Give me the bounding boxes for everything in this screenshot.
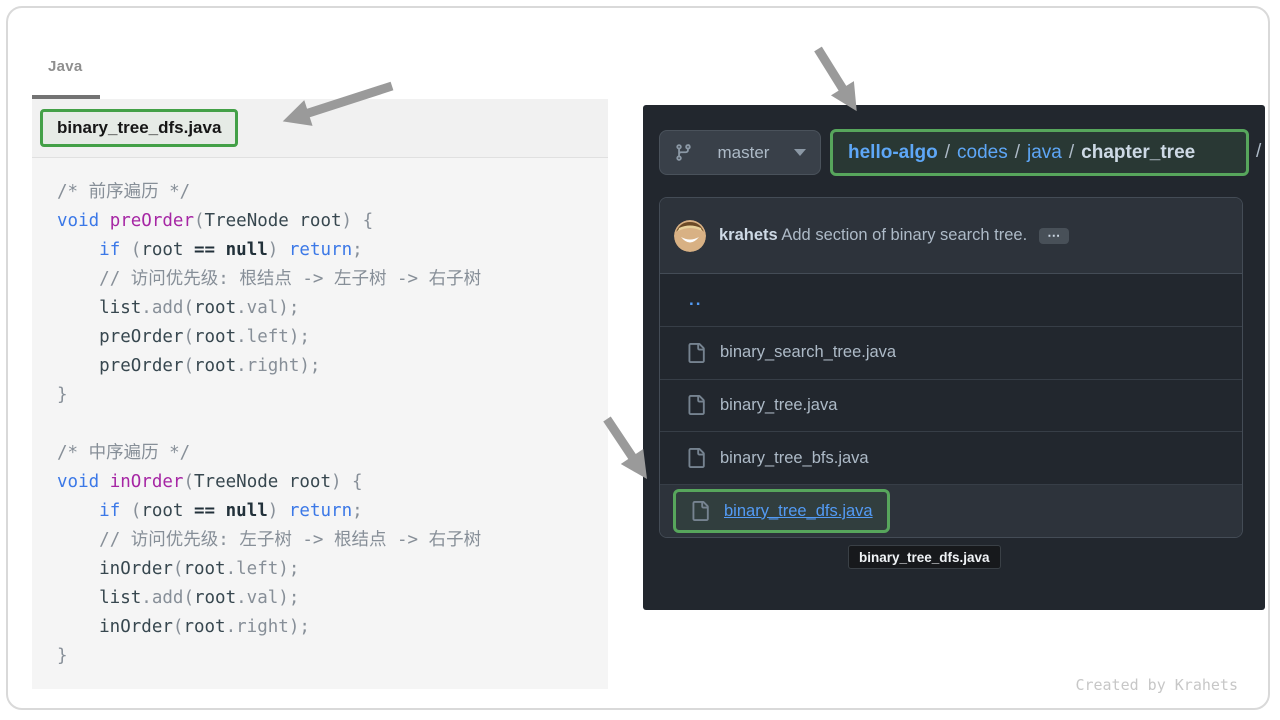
file-row[interactable]: binary_search_tree.java <box>660 326 1242 379</box>
breadcrumb-segment[interactable]: codes <box>957 142 1008 163</box>
breadcrumb-segment[interactable]: java <box>1027 142 1062 163</box>
breadcrumb-separator: / <box>1062 142 1081 163</box>
breadcrumb-segment: chapter_tree <box>1081 142 1195 163</box>
code-line: void inOrder(TreeNode root) { <box>57 468 608 497</box>
code-line <box>57 410 608 439</box>
tab-java[interactable]: Java <box>48 58 83 75</box>
figure-canvas: Java binary_tree_dfs.java /* 前序遍历 */void… <box>0 0 1280 720</box>
code-line: inOrder(root.right); <box>57 613 608 642</box>
code-line: /* 前序遍历 */ <box>57 178 608 207</box>
file-title: binary_tree_dfs.java <box>57 118 221 138</box>
code-block: /* 前序遍历 */void preOrder(TreeNode root) {… <box>32 158 608 671</box>
github-panel: master hello-algo/codes/java/chapter_tre… <box>643 105 1265 610</box>
code-line: list.add(root.val); <box>57 294 608 323</box>
file-row-content: binary_tree.java <box>660 380 837 432</box>
commit-message: krahets Add section of binary search tre… <box>719 226 1027 245</box>
code-file-header: binary_tree_dfs.java <box>32 99 608 158</box>
code-line: list.add(root.val); <box>57 584 608 613</box>
commit-ellipsis-button[interactable]: ⋯ <box>1039 228 1069 244</box>
avatar[interactable] <box>674 220 706 252</box>
breadcrumb-separator: / <box>938 142 957 163</box>
code-panel: binary_tree_dfs.java /* 前序遍历 */void preO… <box>32 99 608 689</box>
credit-text: Created by Krahets <box>1075 676 1238 694</box>
chevron-down-icon <box>794 149 806 156</box>
file-row-content: binary_tree_bfs.java <box>660 432 869 484</box>
file-icon <box>686 395 706 415</box>
file-name-link[interactable]: binary_tree_bfs.java <box>720 449 869 468</box>
code-line: // 访问优先级: 左子树 -> 根结点 -> 右子树 <box>57 526 608 555</box>
code-line: } <box>57 381 608 410</box>
file-icon <box>686 343 706 363</box>
file-title-highlight-box: binary_tree_dfs.java <box>40 109 238 147</box>
filename-tooltip: binary_tree_dfs.java <box>848 545 1001 569</box>
file-icon <box>686 448 706 468</box>
file-icon <box>690 501 710 521</box>
breadcrumb-highlight-box: hello-algo/codes/java/chapter_tree <box>830 129 1249 176</box>
file-row[interactable]: binary_tree_bfs.java <box>660 431 1242 484</box>
breadcrumb-separator: / <box>1008 142 1027 163</box>
code-line: void preOrder(TreeNode root) { <box>57 207 608 236</box>
branch-selector-button[interactable]: master <box>659 130 821 175</box>
code-line: preOrder(root.left); <box>57 323 608 352</box>
file-row[interactable]: binary_tree.java <box>660 379 1242 432</box>
breadcrumb-segment[interactable]: hello-algo <box>848 142 938 163</box>
file-row[interactable]: binary_tree_dfs.java <box>660 484 1242 537</box>
code-line: if (root == null) return; <box>57 497 608 526</box>
file-name-link[interactable]: binary_tree_dfs.java <box>724 502 873 521</box>
code-line: preOrder(root.right); <box>57 352 608 381</box>
parent-directory-row[interactable]: .. <box>660 274 1242 326</box>
file-name-link[interactable]: binary_tree.java <box>720 396 837 415</box>
code-line: inOrder(root.left); <box>57 555 608 584</box>
branch-name: master <box>703 143 784 163</box>
commit-author[interactable]: krahets <box>719 226 778 244</box>
code-line: if (root == null) return; <box>57 236 608 265</box>
git-branch-icon <box>674 143 693 162</box>
latest-commit-row: krahets Add section of binary search tre… <box>660 198 1242 274</box>
code-line: } <box>57 642 608 671</box>
file-rows: .. binary_search_tree.java binary_tree.jav… <box>660 274 1242 537</box>
parent-directory-link[interactable]: .. <box>660 297 702 304</box>
breadcrumb-trailing-slash: / <box>1256 141 1261 163</box>
code-line: // 访问优先级: 根结点 -> 左子树 -> 右子树 <box>57 265 608 294</box>
breadcrumb: hello-algo/codes/java/chapter_tree <box>848 142 1195 164</box>
file-row-content: binary_search_tree.java <box>660 327 896 379</box>
file-listing: krahets Add section of binary search tre… <box>659 197 1243 538</box>
commit-message-text[interactable]: Add section of binary search tree. <box>778 226 1027 244</box>
file-name-link[interactable]: binary_search_tree.java <box>720 343 896 362</box>
code-line: /* 中序遍历 */ <box>57 439 608 468</box>
file-row-highlight-box: binary_tree_dfs.java <box>673 489 890 533</box>
